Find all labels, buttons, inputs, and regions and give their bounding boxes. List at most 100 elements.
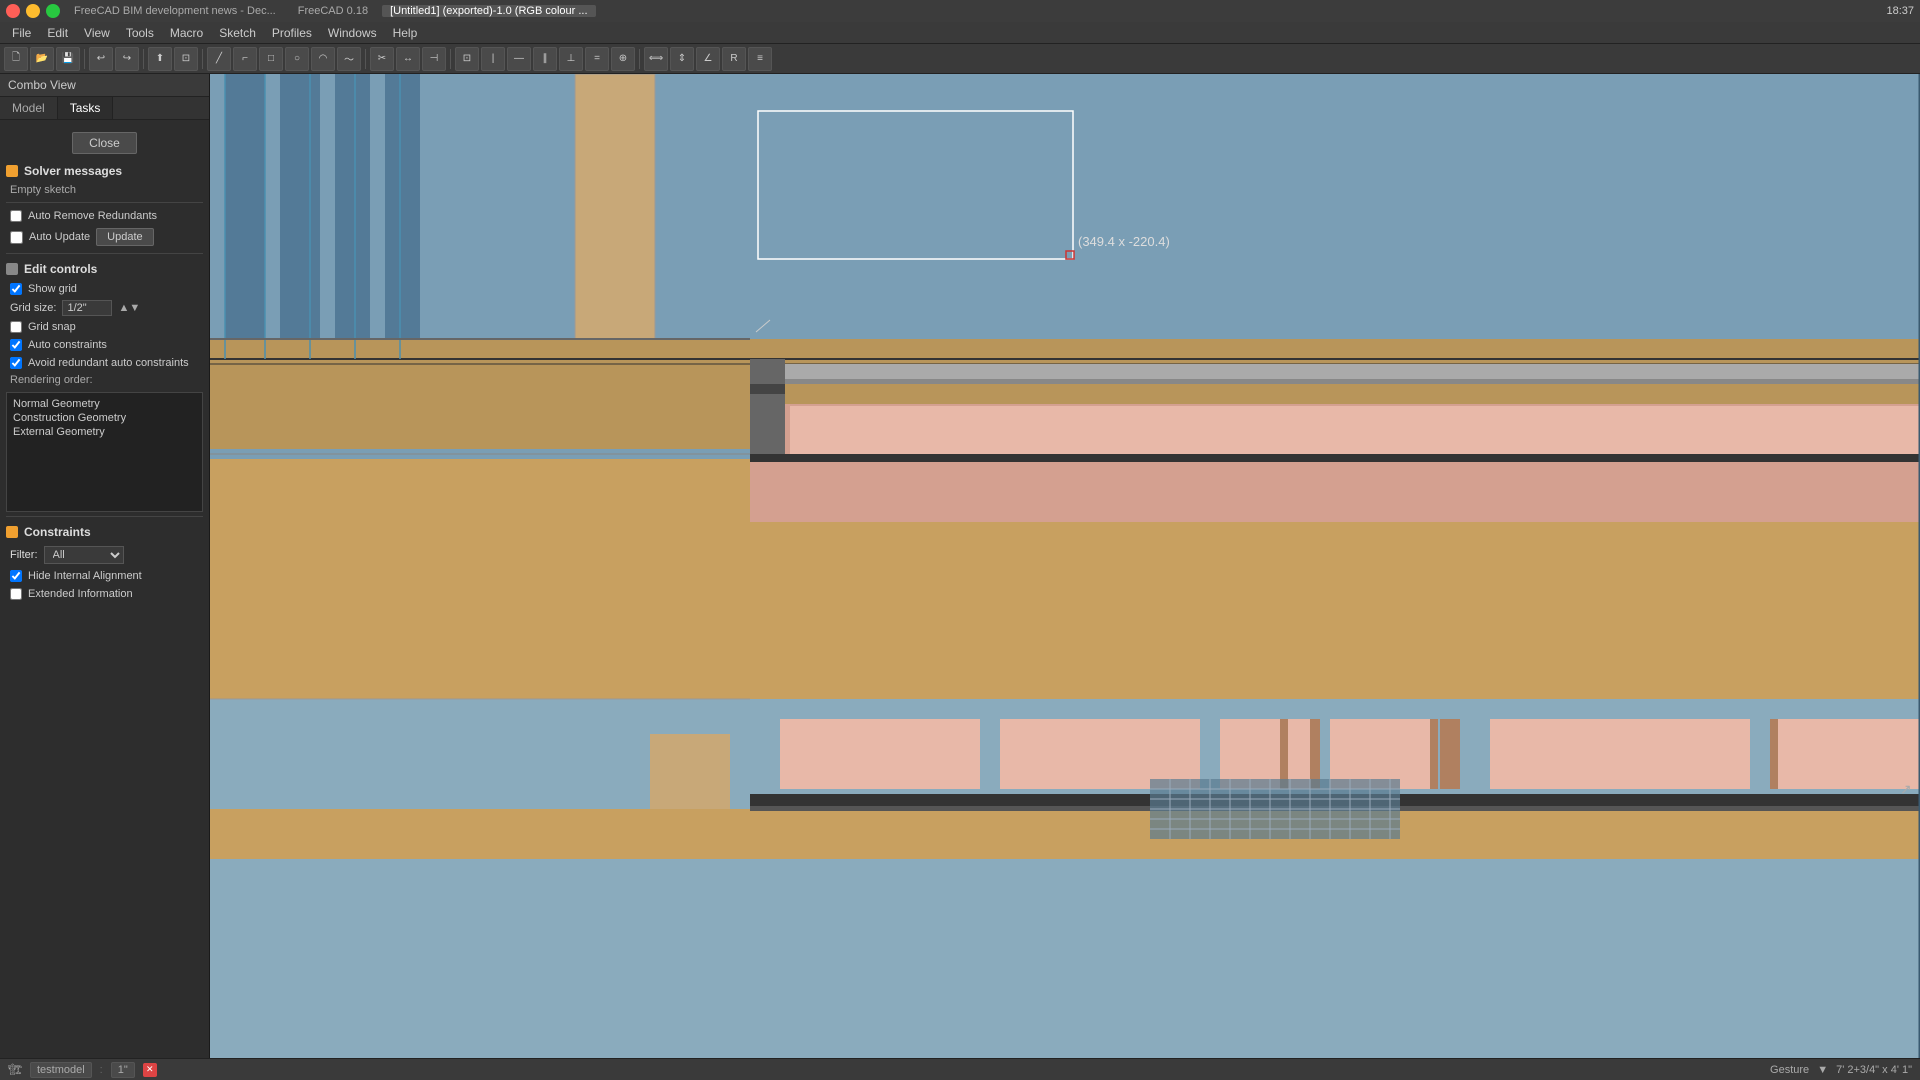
constraints-icon <box>6 526 18 538</box>
titlebar-tab-3[interactable]: [Untitled1] (exported)-1.0 (RGB colour .… <box>382 5 595 17</box>
toolbar-sep-4 <box>365 49 366 69</box>
toolbar-spline[interactable]: 〜 <box>337 47 361 71</box>
close-btn[interactable] <box>6 4 20 18</box>
coordinates-text: (349.4 x -220.4) <box>1078 234 1170 249</box>
viewport[interactable]: ↗ (349.4 x -220.4) <box>210 74 1920 1058</box>
menu-windows[interactable]: Windows <box>320 22 385 43</box>
divider-3 <box>6 516 203 517</box>
menu-file[interactable]: File <box>4 22 39 43</box>
edit-controls-header: Edit controls <box>6 258 203 280</box>
drawing-canvas: ↗ (349.4 x -220.4) <box>210 74 1920 1058</box>
show-grid-checkbox[interactable] <box>10 283 22 295</box>
toolbar-extend[interactable]: ↔ <box>396 47 420 71</box>
minimize-btn[interactable] <box>26 4 40 18</box>
update-button[interactable]: Update <box>96 228 153 246</box>
grid-size-input[interactable] <box>62 300 112 316</box>
toolbar-dim-horiz[interactable]: ⟺ <box>644 47 668 71</box>
menu-help[interactable]: Help <box>385 22 426 43</box>
toolbar-polyline[interactable]: ⌐ <box>233 47 257 71</box>
avoid-redundant-row: Avoid redundant auto constraints <box>6 354 203 372</box>
left-panel: Combo View Model Tasks Close Solver mess… <box>0 74 210 1058</box>
auto-update-checkbox[interactable] <box>10 231 23 244</box>
toolbar-sep-5 <box>450 49 451 69</box>
hide-internal-row: Hide Internal Alignment <box>6 567 203 585</box>
toolbar-dim-radius[interactable]: R <box>722 47 746 71</box>
maximize-btn[interactable] <box>46 4 60 18</box>
main-area: Combo View Model Tasks Close Solver mess… <box>0 74 1920 1058</box>
menu-view[interactable]: View <box>76 22 118 43</box>
solver-message: Empty sketch <box>6 182 203 198</box>
toolbar-pointer[interactable]: ⬆ <box>148 47 172 71</box>
menu-tools[interactable]: Tools <box>118 22 162 43</box>
auto-constraints-label: Auto constraints <box>28 339 107 351</box>
show-grid-label: Show grid <box>28 283 77 295</box>
solver-icon <box>6 165 18 177</box>
toolbar-constraint-perp[interactable]: ⊥ <box>559 47 583 71</box>
rendering-item-1: Construction Geometry <box>11 411 198 425</box>
toolbar-new[interactable]: 🗋 <box>4 47 28 71</box>
avoid-redundant-checkbox[interactable] <box>10 357 22 369</box>
toolbar-trim[interactable]: ✂ <box>370 47 394 71</box>
toolbar-mirror[interactable]: ⊣ <box>422 47 446 71</box>
menubar: File Edit View Tools Macro Sketch Profil… <box>0 22 1920 44</box>
panel-content: Close Solver messages Empty sketch Auto … <box>0 120 209 1058</box>
tab-tasks[interactable]: Tasks <box>58 97 114 119</box>
combo-view-header: Combo View <box>0 74 209 97</box>
extended-info-checkbox[interactable] <box>10 588 22 600</box>
titlebar-tab-2[interactable]: FreeCAD 0.18 <box>290 5 376 17</box>
extended-info-label: Extended Information <box>28 588 133 600</box>
constraints-title: Constraints <box>24 525 91 539</box>
auto-constraints-row: Auto constraints <box>6 336 203 354</box>
toolbar-arc[interactable]: ◠ <box>311 47 335 71</box>
toolbar-constraint-vert[interactable]: | <box>481 47 505 71</box>
edit-controls-title: Edit controls <box>24 262 97 276</box>
scale-label: 1" <box>111 1062 135 1078</box>
grid-size-label: Grid size: <box>10 302 56 314</box>
filter-row: Filter: All <box>6 543 203 567</box>
toolbar-dim-angle[interactable]: ∠ <box>696 47 720 71</box>
menu-edit[interactable]: Edit <box>39 22 76 43</box>
close-button[interactable]: Close <box>72 132 137 154</box>
grid-size-row: Grid size: ▲▼ <box>6 298 203 318</box>
auto-remove-checkbox[interactable] <box>10 210 22 222</box>
toolbar-constraint-equal[interactable]: = <box>585 47 609 71</box>
tab-model[interactable]: Model <box>0 97 58 119</box>
toolbar-more[interactable]: ≡ <box>748 47 772 71</box>
titlebar-tab-1[interactable]: FreeCAD BIM development news - Dec... <box>66 5 284 17</box>
toolbar-redo[interactable]: ↪ <box>115 47 139 71</box>
rendering-box: Normal Geometry Construction Geometry Ex… <box>6 392 203 512</box>
avoid-redundant-label: Avoid redundant auto constraints <box>28 357 189 369</box>
auto-constraints-checkbox[interactable] <box>10 339 22 351</box>
grid-size-spinner[interactable]: ▲▼ <box>118 302 140 314</box>
toolbar-line[interactable]: ╱ <box>207 47 231 71</box>
grid-snap-checkbox[interactable] <box>10 321 22 333</box>
toolbar-rect[interactable]: □ <box>259 47 283 71</box>
toolbar-save[interactable]: 💾 <box>56 47 80 71</box>
toolbar-constraint-horiz[interactable]: — <box>507 47 531 71</box>
close-btn-row: Close <box>6 126 203 160</box>
gesture-dropdown[interactable]: ▼ <box>1817 1064 1828 1076</box>
toolbar-constraint-fix[interactable]: ⊡ <box>455 47 479 71</box>
toolbar-circle[interactable]: ○ <box>285 47 309 71</box>
filter-select[interactable]: All <box>44 546 124 564</box>
toolbar-dim-vert[interactable]: ⇕ <box>670 47 694 71</box>
menu-sketch[interactable]: Sketch <box>211 22 264 43</box>
toolbar-constraint-parallel[interactable]: ∥ <box>533 47 557 71</box>
menu-profiles[interactable]: Profiles <box>264 22 320 43</box>
svg-text:↗: ↗ <box>1900 781 1912 797</box>
statusbar-separator: : <box>100 1064 103 1076</box>
toolbar-open[interactable]: 📂 <box>30 47 54 71</box>
divider-1 <box>6 202 203 203</box>
grid-snap-label: Grid snap <box>28 321 76 333</box>
statusbar-left: 🏗 testmodel : 1" ✕ <box>8 1062 157 1078</box>
toolbar-constraint-sym[interactable]: ⊕ <box>611 47 635 71</box>
toolbar-zoom-fit[interactable]: ⊡ <box>174 47 198 71</box>
menu-macro[interactable]: Macro <box>162 22 211 43</box>
model-label: testmodel <box>30 1062 92 1078</box>
grid-snap-row: Grid snap <box>6 318 203 336</box>
hide-internal-checkbox[interactable] <box>10 570 22 582</box>
status-close[interactable]: ✕ <box>143 1063 157 1077</box>
titlebar-time: 18:37 <box>1886 5 1914 17</box>
toolbar-undo[interactable]: ↩ <box>89 47 113 71</box>
divider-2 <box>6 253 203 254</box>
